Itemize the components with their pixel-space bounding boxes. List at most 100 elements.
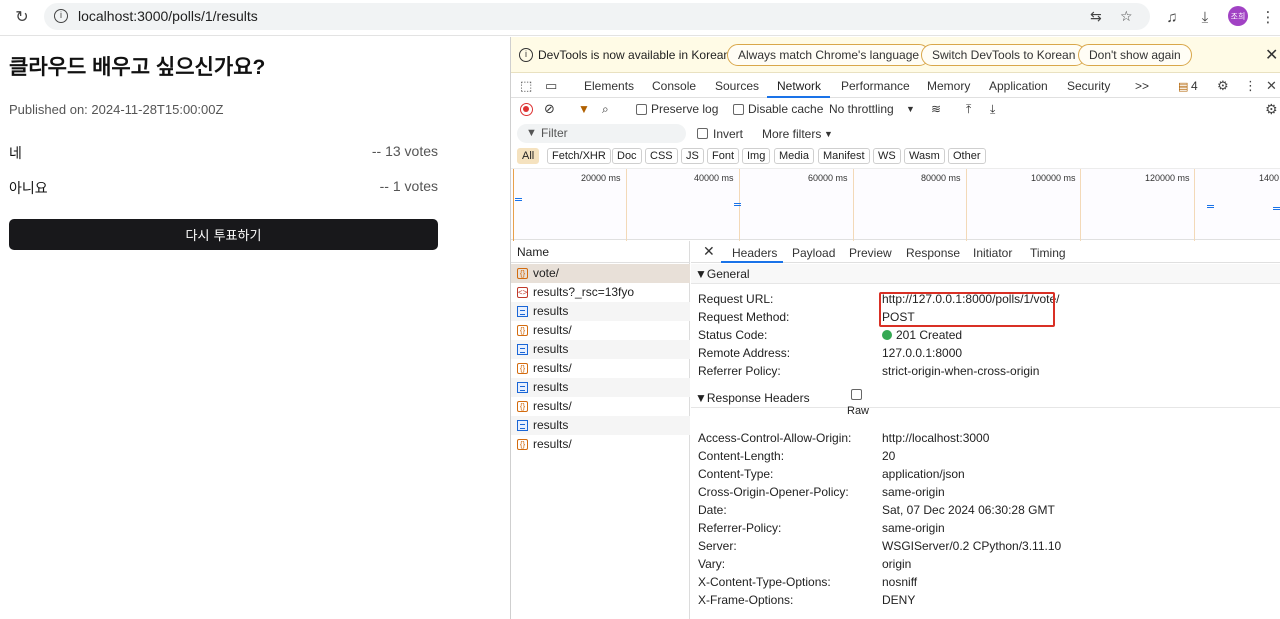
type-other[interactable]: Other: [948, 148, 986, 164]
chevron-down-icon[interactable]: ▼: [824, 129, 833, 139]
type-img[interactable]: Img: [742, 148, 771, 164]
type-font[interactable]: Font: [707, 148, 740, 164]
name-column-header[interactable]: Name: [511, 241, 690, 263]
tab-security[interactable]: Security: [1067, 79, 1110, 93]
clear-icon[interactable]: ⊘: [544, 101, 555, 117]
request-row[interactable]: <> results?_rsc=13fyo: [511, 283, 690, 302]
option-votes: -- 13 votes: [371, 143, 438, 159]
type-all[interactable]: All: [517, 148, 540, 164]
reload-icon[interactable]: ↻: [12, 7, 32, 27]
request-row[interactable]: {} vote/: [511, 264, 690, 283]
download-icon[interactable]: ⤓: [1195, 7, 1215, 27]
type-css[interactable]: CSS: [645, 148, 678, 164]
issues-icon[interactable]: ▤: [1178, 80, 1188, 93]
tab-payload[interactable]: Payload: [792, 246, 835, 260]
close-icon[interactable]: ✕: [1265, 45, 1278, 65]
bookmark-star-icon[interactable]: ☆: [1120, 8, 1133, 25]
fetch-icon: {}: [517, 439, 528, 450]
header-key: Access-Control-Allow-Origin:: [698, 431, 852, 445]
request-row[interactable]: {} results/: [511, 321, 690, 340]
timeline-request-bar: [734, 203, 741, 206]
match-language-button[interactable]: Always match Chrome's language: [727, 44, 931, 66]
tab-initiator[interactable]: Initiator: [973, 246, 1012, 260]
filter-input[interactable]: ▼ Filter: [517, 124, 686, 143]
network-overview-timeline[interactable]: 20000 ms 40000 ms 60000 ms 80000 ms 1000…: [511, 168, 1280, 241]
tab-memory[interactable]: Memory: [927, 79, 970, 93]
revote-button[interactable]: 다시 투표하기: [9, 219, 438, 250]
general-section-header[interactable]: ▼General: [691, 264, 1280, 284]
tab-preview[interactable]: Preview: [849, 246, 892, 260]
site-info-icon[interactable]: i: [54, 9, 68, 23]
request-row[interactable]: results: [511, 340, 690, 359]
media-controls-icon[interactable]: ♫: [1162, 7, 1182, 27]
dont-show-again-button[interactable]: Don't show again: [1078, 44, 1192, 66]
switch-to-korean-button[interactable]: Switch DevTools to Korean: [921, 44, 1087, 66]
device-toolbar-icon[interactable]: ▭: [545, 78, 557, 94]
inspect-element-icon[interactable]: ⬚: [520, 78, 532, 94]
devtools-menu-icon[interactable]: ⋮: [1244, 78, 1257, 94]
type-media[interactable]: Media: [774, 148, 814, 164]
preserve-log-label: Preserve log: [651, 102, 719, 116]
type-js[interactable]: JS: [681, 148, 704, 164]
chevron-down-icon[interactable]: ▼: [906, 104, 915, 114]
url-text[interactable]: localhost:3000/polls/1/results: [78, 8, 258, 24]
funnel-icon: ▼: [526, 127, 537, 139]
type-ws[interactable]: WS: [873, 148, 901, 164]
preserve-log-checkbox[interactable]: [636, 104, 647, 115]
type-manifest[interactable]: Manifest: [818, 148, 870, 164]
tab-elements[interactable]: Elements: [584, 79, 634, 93]
record-icon[interactable]: [520, 103, 533, 116]
close-devtools-icon[interactable]: ✕: [1266, 78, 1277, 94]
more-filters-button[interactable]: More filters: [762, 127, 821, 141]
header-key: X-Content-Type-Options:: [698, 575, 831, 589]
request-row[interactable]: results: [511, 378, 690, 397]
tab-performance[interactable]: Performance: [841, 79, 910, 93]
request-row[interactable]: results: [511, 416, 690, 435]
network-conditions-icon[interactable]: ≋: [931, 102, 941, 116]
filter-icon[interactable]: ▼: [578, 102, 590, 116]
type-doc[interactable]: Doc: [612, 148, 642, 164]
disable-cache-checkbox[interactable]: [733, 104, 744, 115]
type-fetch-xhr[interactable]: Fetch/XHR: [547, 148, 611, 164]
close-icon[interactable]: ✕: [703, 243, 715, 260]
header-key: Request URL:: [698, 292, 774, 306]
import-har-icon[interactable]: ⤒: [966, 102, 971, 117]
header-key: Status Code:: [698, 328, 768, 342]
fetch-icon: {}: [517, 363, 528, 374]
address-bar[interactable]: i localhost:3000/polls/1/results ⇆ ☆: [44, 3, 1150, 30]
tab-sources[interactable]: Sources: [715, 79, 759, 93]
header-value: 20: [882, 449, 896, 463]
tab-response[interactable]: Response: [906, 246, 960, 260]
tab-timing[interactable]: Timing: [1030, 246, 1066, 260]
request-row[interactable]: {} results/: [511, 435, 690, 454]
document-icon: [517, 382, 528, 393]
tab-network[interactable]: Network: [777, 79, 821, 93]
issues-count[interactable]: 4: [1191, 79, 1198, 93]
network-settings-icon[interactable]: ⚙: [1265, 101, 1278, 118]
translate-icon[interactable]: ⇆: [1090, 8, 1102, 25]
settings-gear-icon[interactable]: ⚙: [1217, 78, 1229, 94]
tab-console[interactable]: Console: [652, 79, 696, 93]
request-row[interactable]: {} results/: [511, 359, 690, 378]
throttling-select[interactable]: No throttling: [829, 102, 894, 116]
request-row[interactable]: {} results/: [511, 397, 690, 416]
timeline-request-bar: [1273, 207, 1280, 210]
raw-checkbox[interactable]: [851, 389, 862, 400]
header-key: Content-Length:: [698, 449, 785, 463]
browser-menu-icon[interactable]: ⋮: [1258, 7, 1278, 27]
raw-label: Raw: [847, 405, 870, 417]
more-tabs-button[interactable]: >>: [1135, 79, 1149, 93]
avatar[interactable]: 조희: [1228, 6, 1248, 26]
request-row[interactable]: results: [511, 302, 690, 321]
export-har-icon[interactable]: ⤓: [990, 102, 995, 117]
browser-toolbar: ↻ i localhost:3000/polls/1/results ⇆ ☆ ♫…: [0, 0, 1280, 36]
invert-checkbox[interactable]: [697, 128, 708, 139]
tab-headers[interactable]: Headers: [732, 246, 777, 260]
document-icon: [517, 306, 528, 317]
info-icon: i: [519, 48, 533, 62]
option-label: 네: [9, 145, 22, 161]
response-headers-section-header[interactable]: ▼Response Headers: [691, 388, 1280, 408]
type-wasm[interactable]: Wasm: [904, 148, 945, 164]
tab-application[interactable]: Application: [989, 79, 1048, 93]
search-icon[interactable]: ⌕: [602, 102, 609, 117]
